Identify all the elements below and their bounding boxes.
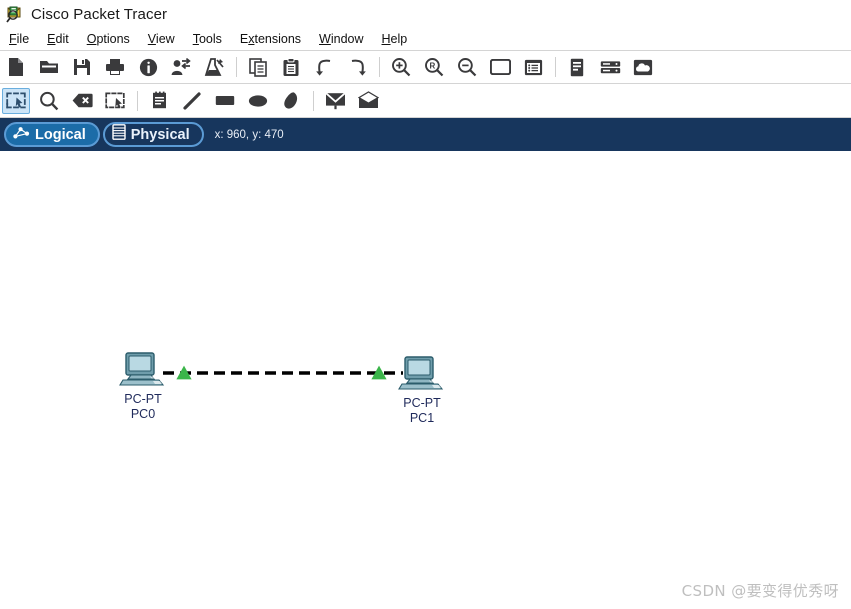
tab-logical-label: Logical: [35, 126, 86, 143]
activity-wizard-icon[interactable]: [200, 54, 228, 80]
tab-physical[interactable]: Physical: [102, 122, 204, 147]
packet-tracer-logo-icon: [5, 4, 25, 24]
redo-icon[interactable]: [343, 54, 371, 80]
pc-desktop-icon: [398, 355, 446, 395]
palette-icon[interactable]: [486, 54, 514, 80]
device-name-label: PC1: [409, 411, 435, 425]
freeform-tool-icon[interactable]: [277, 88, 305, 114]
zoom-in-icon[interactable]: [387, 54, 415, 80]
svg-text:R: R: [430, 62, 436, 71]
menu-item-tools[interactable]: Tools: [184, 31, 231, 47]
zoom-out-icon[interactable]: [453, 54, 481, 80]
ellipse-tool-icon[interactable]: [244, 88, 272, 114]
view-mode-bar: Logical Physical x: 960, y: 470: [0, 118, 851, 151]
simple-pdu-icon[interactable]: [321, 88, 349, 114]
menu-item-options[interactable]: Options: [78, 31, 139, 47]
menu-item-window[interactable]: Window: [310, 31, 372, 47]
toolbar-separator: [137, 90, 138, 111]
menu-item-edit[interactable]: Edit: [38, 31, 78, 47]
cursor-coordinates: x: 960, y: 470: [214, 128, 284, 141]
main-toolbar: R: [0, 51, 851, 84]
cloud-icon[interactable]: [629, 54, 657, 80]
menu-item-help[interactable]: Help: [373, 31, 417, 47]
pc-desktop-icon: [119, 351, 167, 391]
complex-pdu-icon[interactable]: [354, 88, 382, 114]
device-pc0[interactable]: PC-PT PC0: [98, 351, 188, 421]
menu-item-file[interactable]: File: [0, 31, 38, 47]
copy-icon[interactable]: [244, 54, 272, 80]
device-type-label: PC-PT: [403, 396, 441, 410]
toolbar-separator: [236, 57, 237, 77]
menu-item-extensions[interactable]: Extensions: [231, 31, 310, 47]
csdn-watermark: CSDN @要变得优秀呀: [681, 582, 839, 600]
network-info-icon[interactable]: [563, 54, 591, 80]
note-tool-icon[interactable]: [145, 88, 173, 114]
undo-icon[interactable]: [310, 54, 338, 80]
toolbar-separator: [379, 57, 380, 77]
tab-physical-label: Physical: [130, 126, 190, 143]
new-file-icon[interactable]: [2, 54, 30, 80]
device-rack-icon[interactable]: [596, 54, 624, 80]
physical-rack-icon: [112, 124, 126, 145]
title-bar: Cisco Packet Tracer: [0, 0, 851, 28]
window-title: Cisco Packet Tracer: [31, 5, 168, 23]
rectangle-tool-icon[interactable]: [211, 88, 239, 114]
menu-item-view[interactable]: View: [139, 31, 184, 47]
logical-topology-icon: [13, 125, 30, 145]
logical-workspace[interactable]: PC-PT PC0 PC-PT PC1: [0, 151, 851, 609]
toolbar-separator: [313, 90, 314, 111]
zoom-reset-icon[interactable]: R: [420, 54, 448, 80]
device-name-label: PC0: [130, 407, 156, 421]
inspect-tool-icon[interactable]: [35, 88, 63, 114]
tools-toolbar: [0, 84, 851, 118]
user-profile-icon[interactable]: [167, 54, 195, 80]
device-type-label: PC-PT: [124, 392, 162, 406]
open-folder-icon[interactable]: [35, 54, 63, 80]
device-pc1[interactable]: PC-PT PC1: [377, 355, 467, 425]
toolbar-separator: [555, 57, 556, 77]
activity-info-icon[interactable]: [134, 54, 162, 80]
resize-shape-icon[interactable]: [101, 88, 129, 114]
tab-logical[interactable]: Logical: [4, 122, 100, 147]
paste-icon[interactable]: [277, 54, 305, 80]
line-tool-icon[interactable]: [178, 88, 206, 114]
menu-bar: File Edit Options View Tools Extensions …: [0, 28, 851, 51]
save-icon[interactable]: [68, 54, 96, 80]
delete-tool-icon[interactable]: [68, 88, 96, 114]
select-tool-icon[interactable]: [2, 87, 30, 114]
custom-devices-icon[interactable]: [519, 54, 547, 80]
print-icon[interactable]: [101, 54, 129, 80]
